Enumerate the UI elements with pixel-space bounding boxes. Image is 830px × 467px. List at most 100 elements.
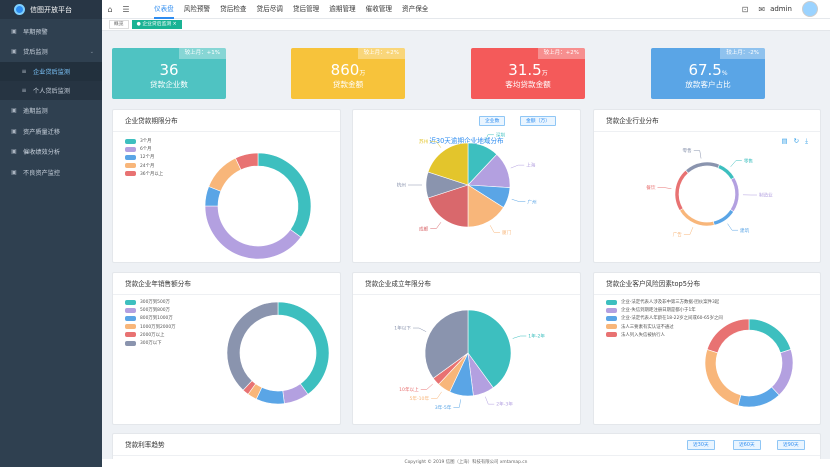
label-line-1: [485, 396, 495, 405]
risk-chart: [704, 318, 794, 408]
stat-label: 放款客户占比: [685, 80, 731, 89]
region-chart: 深圳上海广州厦门 成都 杭州 苏州: [397, 131, 537, 236]
slice-3[interactable]: [208, 157, 242, 192]
username[interactable]: admin: [770, 5, 792, 13]
home-icon[interactable]: ⌂: [102, 5, 118, 14]
tab-overview[interactable]: 概览: [109, 20, 129, 29]
clock-icon: ▣: [11, 106, 17, 114]
sidebar-item-4[interactable]: ▣ 逾期监测: [0, 100, 102, 121]
sidebar-item-label: 资产质量迁移: [23, 128, 61, 136]
sidebar-item-1[interactable]: ▣ 贷后监测 ⌄: [0, 42, 102, 63]
slice-3[interactable]: [679, 208, 715, 227]
slice-label-6: 苏州: [419, 138, 429, 145]
tab-enterprise-monitoring[interactable]: ● 企业贷后监测 ×: [131, 20, 182, 29]
slice-0[interactable]: [277, 301, 330, 395]
brand[interactable]: 信图开放平台: [0, 0, 102, 19]
compare-badge: 较上月：+1%: [178, 48, 226, 59]
slice-1[interactable]: [729, 177, 740, 213]
stat-card-3[interactable]: 较上月：-2% 67.5% 放款客户占比: [651, 48, 765, 99]
slice-label-3: 厦门: [502, 229, 512, 236]
top-menu-item-0[interactable]: 仪表盘: [154, 0, 174, 19]
top-menu-item-1[interactable]: 风险预警: [184, 0, 210, 19]
top-menu-item-3[interactable]: 贷后尽调: [257, 0, 283, 19]
sidebar-item-0[interactable]: ▣ 早期预警: [0, 21, 102, 42]
menu-toggle-icon[interactable]: ☰: [118, 5, 134, 14]
slice-0[interactable]: [717, 164, 735, 180]
slice-1[interactable]: [771, 349, 794, 396]
btn-30-days[interactable]: 近30天: [687, 440, 715, 450]
slice-2[interactable]: [712, 209, 735, 226]
sidebar-item-label: 不良资产监控: [23, 169, 61, 177]
sidebar-item-7[interactable]: ▣ 不良资产监控: [0, 162, 102, 183]
stat-number: 860: [330, 61, 360, 79]
btn-90-days[interactable]: 近90天: [777, 440, 805, 450]
slice-1[interactable]: [204, 205, 302, 260]
alert-icon: ▣: [11, 168, 17, 176]
sidebar-item-3[interactable]: ≡ 个人贷后监测: [0, 81, 102, 101]
label-line-3: [431, 391, 442, 399]
top-menu: 仪表盘 风险预警 贷后检查 贷后尽调 贷后管理 逾期管理 催收管理 资产保全: [154, 0, 438, 19]
btn-60-days[interactable]: 近60天: [733, 440, 761, 450]
sidebar-item-6[interactable]: ▣ 催收绩效分析: [0, 141, 102, 162]
transfer-icon: ▣: [11, 127, 17, 135]
industry-chart: 零售制造业建筑广告 餐饮 零售: [646, 147, 773, 238]
sidebar-item-2[interactable]: ≡ 企业贷后监测: [0, 62, 102, 82]
slice-2[interactable]: [737, 386, 780, 408]
stat-unit: 万: [359, 70, 366, 77]
sidebar-item-label: 逾期监测: [23, 107, 48, 115]
stat-label: 贷款企业数: [150, 80, 188, 89]
slice-label-4: 成都: [419, 225, 429, 232]
top-menu-item-5[interactable]: 逾期管理: [329, 0, 355, 19]
slice-label-0: 零售: [744, 157, 754, 164]
sidebar-item-5[interactable]: ▣ 资产质量迁移: [0, 121, 102, 142]
label-line-4: [420, 383, 433, 390]
slice-0[interactable]: [257, 152, 312, 238]
stat-number: 31.5: [508, 61, 542, 79]
slice-label-5: 杭州: [397, 182, 407, 189]
stat-number: 36: [159, 61, 179, 79]
sidebar-item-label: 企业贷后监测: [33, 69, 71, 77]
sidebar-item-label: 早期预警: [23, 28, 48, 36]
sidebar-item-label: 贷后监测: [23, 49, 48, 57]
top-menu-item-4[interactable]: 贷后管理: [293, 0, 319, 19]
brand-name: 信图开放平台: [30, 5, 72, 14]
stat-card-1[interactable]: 较上月：+2% 860万 贷款金额: [291, 48, 405, 99]
label-line-5: [412, 327, 427, 332]
stat-unit: 万: [541, 70, 548, 77]
slice-5[interactable]: [226, 301, 279, 391]
label-line-0: [512, 335, 527, 339]
footer: Copyright © 2019 信图（上海）科技有限公司 xmtamap.cn: [102, 459, 830, 467]
top-menu-item-7[interactable]: 资产保全: [402, 0, 428, 19]
age-chart: 1年-2年 2年-3年 3年-5年 5年-10年 10年以上 1年以下: [394, 309, 545, 411]
label-line-6: [430, 141, 442, 148]
panel-term: 企业贷款期限分布 3个月 6个月 12个月 24个月 36个月以上: [112, 109, 341, 263]
slice-label-4: 10年以上: [399, 386, 419, 393]
panel-risk: 贷款企业客户风险因素top5分布 企业-法定代表人涉及非中第三方数据-团伙案件3…: [593, 272, 821, 425]
slice-0[interactable]: [748, 318, 792, 354]
chevron-down-icon: ⌄: [89, 48, 94, 55]
stat-card-2[interactable]: 较上月：+2% 31.5万 客均贷款金额: [471, 48, 585, 99]
slice-label-2: 广州: [527, 198, 537, 205]
slice-4[interactable]: [674, 169, 689, 211]
chart-icon: ▣: [11, 148, 17, 156]
slice-3[interactable]: [704, 349, 742, 406]
label-line-0: [730, 160, 742, 167]
mail-icon[interactable]: ✉: [758, 5, 765, 14]
slice-label-2: 建筑: [740, 227, 750, 234]
warning-icon: ▣: [11, 27, 17, 35]
label-line-4: [430, 222, 442, 229]
list-icon: ≡: [21, 68, 27, 76]
slice-5[interactable]: [685, 161, 720, 174]
list-icon: ≡: [21, 87, 27, 95]
label-line-0: [484, 134, 494, 143]
top-menu-item-6[interactable]: 催收管理: [366, 0, 392, 19]
stat-card-0[interactable]: 较上月：+1% 36 贷款企业数: [112, 48, 226, 99]
slice-label-3: 广告: [673, 231, 683, 238]
fullscreen-icon[interactable]: ⊡: [742, 5, 749, 14]
label-line-3: [489, 225, 501, 233]
slice-label-2: 3年-5年: [435, 404, 452, 411]
panel-industry: 贷款企业行业分布 ▤ ↻ ⤓ 零售 制造业 建筑 广告 餐饮 零售: [593, 109, 821, 263]
top-menu-item-2[interactable]: 贷后检查: [220, 0, 246, 19]
avatar[interactable]: [802, 1, 818, 17]
slice-4[interactable]: [706, 318, 750, 354]
